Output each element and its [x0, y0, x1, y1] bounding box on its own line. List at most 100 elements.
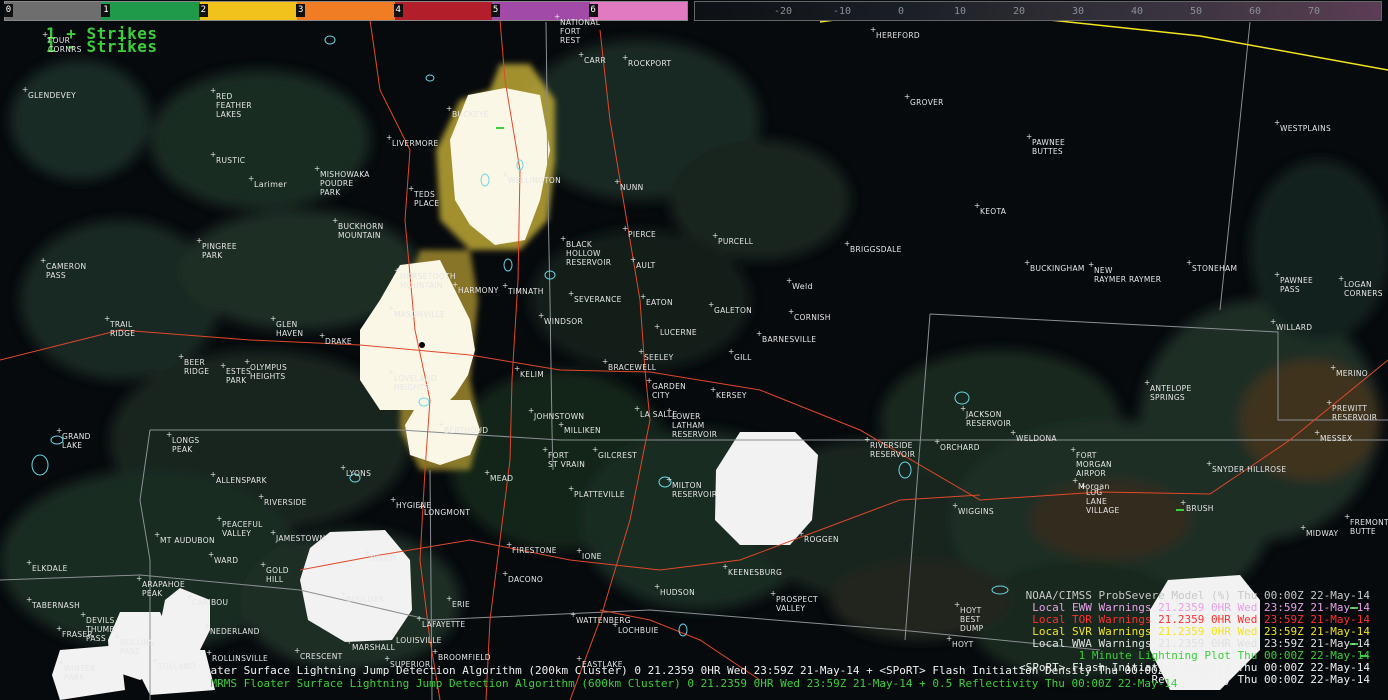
- place-label: LOCHBUIE: [618, 626, 659, 635]
- place-label: MIDWAY: [1306, 529, 1339, 538]
- bottom-legend-entry: MRMS Floater Surface Lightning Jump Dete…: [157, 664, 1231, 677]
- colorbar-tick-label: 2: [198, 4, 208, 17]
- place-label: GOLD HILL: [266, 566, 289, 584]
- place-label: ROLLINS PASS: [120, 638, 155, 656]
- place-label: WESTPLAINS: [1280, 124, 1332, 133]
- place-label: HARMONY: [458, 286, 499, 295]
- reflectivity-tick-label: 50: [1189, 6, 1203, 17]
- place-label: NIWOT: [370, 554, 398, 563]
- place-label: Larimer: [254, 180, 287, 189]
- place-label: TRAIL RIDGE: [110, 320, 136, 338]
- colorbar-segment: 6: [588, 2, 687, 20]
- place-label: KERSEY: [716, 391, 747, 400]
- place-label: MESSEX: [1320, 434, 1353, 443]
- place-label: FORT ST VRAIN: [548, 451, 586, 469]
- place-label: DACONO: [508, 575, 544, 584]
- place-label: TIMNATH: [508, 287, 544, 296]
- place-label: PAWNEE PASS: [1280, 276, 1314, 294]
- place-label: TABERNASH: [32, 601, 81, 610]
- place-label: WELLINGTON: [508, 176, 561, 185]
- place-label: Weld: [792, 282, 813, 291]
- place-label: MILLIKEN: [564, 426, 601, 435]
- place-label: FIRESTONE: [512, 546, 557, 555]
- place-label: BRUSH: [1186, 504, 1214, 513]
- place-label: SEELEY: [644, 353, 674, 362]
- place-label: MT AUDUBON: [160, 536, 215, 545]
- place-label: NATIONAL FORT REST: [560, 18, 601, 45]
- reflectivity-tick-label: 0: [897, 6, 905, 17]
- place-label: SNYDER HILLROSE: [1212, 465, 1287, 474]
- place-label: HOYT: [952, 640, 974, 649]
- place-label: PREWITT RESERVOIR: [1332, 404, 1378, 422]
- place-label: KEOTA: [980, 207, 1007, 216]
- place-label: LUCERNE: [660, 328, 697, 337]
- place-label: BRACEWELL: [608, 363, 657, 372]
- place-label: AULT: [636, 261, 656, 270]
- place-label: MEAD: [490, 474, 514, 483]
- place-label: KELIM: [520, 370, 545, 379]
- place-label: BOULDER: [346, 595, 385, 604]
- place-label: BRIGGSDALE: [850, 245, 902, 254]
- place-label: FRASER: [62, 630, 93, 639]
- place-label: ESTES PARK: [226, 367, 252, 385]
- place-label: MARSHALL: [352, 643, 396, 652]
- reflectivity-tick-label: 10: [953, 6, 967, 17]
- place-label: PROSPECT VALLEY: [776, 595, 818, 613]
- place-label: BARNESVILLE: [762, 335, 817, 344]
- colorbar-segment: 0: [4, 2, 103, 20]
- place-label: LONGS PEAK: [172, 436, 200, 454]
- reflectivity-tick-label: 70: [1307, 6, 1321, 17]
- reflectivity-tick-label: -20: [773, 6, 793, 17]
- reflectivity-tick-label: -10: [832, 6, 852, 17]
- place-label: PURCELL: [718, 237, 754, 246]
- place-label: BUCKINGHAM: [1030, 264, 1085, 273]
- place-label: PLATTEVILLE: [574, 490, 625, 499]
- place-label: JAMESTOWN: [276, 534, 326, 543]
- place-label: FOUR CORNRS: [48, 36, 82, 54]
- place-label: PINGREE PARK: [202, 242, 237, 260]
- place-label: HORSETOOTH MOUNTAIN: [400, 272, 456, 290]
- place-label: PIERCE: [628, 230, 657, 239]
- place-label: LOUISVILLE: [396, 636, 442, 645]
- place-label: RUSTIC: [216, 156, 246, 165]
- place-label: BUCKHORN MOUNTAIN: [338, 222, 384, 240]
- place-label: JACKSON RESERVOIR: [966, 410, 1012, 428]
- place-label: RIVERSIDE: [264, 498, 307, 507]
- place-label: ERIE: [452, 600, 471, 609]
- place-label: WILLARD: [1276, 323, 1313, 332]
- place-label: ORCHARD: [940, 443, 980, 452]
- reflectivity-tick-label: 60: [1248, 6, 1262, 17]
- colorbar-segment: 1: [101, 2, 200, 20]
- place-label: TEDS PLACE: [414, 190, 440, 208]
- place-label: BLACK HOLLOW RESERVOIR: [566, 240, 612, 267]
- place-label: BEER RIDGE: [184, 358, 210, 376]
- place-label: ANTELOPE SPRINGS: [1150, 384, 1192, 402]
- place-label: DRAKE: [325, 337, 352, 346]
- place-label: PEACEFUL VALLEY: [222, 520, 263, 538]
- place-label: IONE: [582, 552, 602, 561]
- place-label: LYONS: [346, 469, 372, 478]
- place-label: GALETON: [714, 306, 753, 315]
- place-label: WATTENBERG: [576, 616, 631, 625]
- place-label: LOGAN CORNERS: [1344, 280, 1383, 298]
- colorbar-tick-label: 4: [393, 4, 403, 17]
- place-label: MERINO: [1336, 369, 1368, 378]
- place-label: CAMERON PASS: [46, 262, 87, 280]
- place-label: SEVERANCE: [574, 295, 622, 304]
- place-label: ROGGEN: [804, 535, 839, 544]
- place-label: GROVER: [910, 98, 944, 107]
- place-label: NEW RAYMER RAYMER: [1094, 266, 1162, 284]
- place-label: RIVERSIDE RESERVOIR: [870, 441, 916, 459]
- colorbar-segment: 2: [198, 2, 298, 20]
- place-label: FREMONT BUTTE: [1350, 518, 1388, 536]
- place-label: WIGGINS: [958, 507, 994, 516]
- place-label: LOVELAND HEIGHTS: [394, 374, 437, 392]
- colorbar-tick-label: 3: [296, 4, 306, 17]
- place-label: KEENESBURG: [728, 568, 783, 577]
- place-label: BERTHOUD: [444, 426, 489, 435]
- reflectivity-colorbar: -20 -10 0 10 20 30 40 50 60 70: [694, 1, 1382, 21]
- place-label: LOG LANE VILLAGE: [1086, 488, 1120, 515]
- place-label: HUDSON: [660, 588, 695, 597]
- place-label: GLEN HAVEN: [276, 320, 304, 338]
- place-label: GLENDEVEY: [28, 91, 77, 100]
